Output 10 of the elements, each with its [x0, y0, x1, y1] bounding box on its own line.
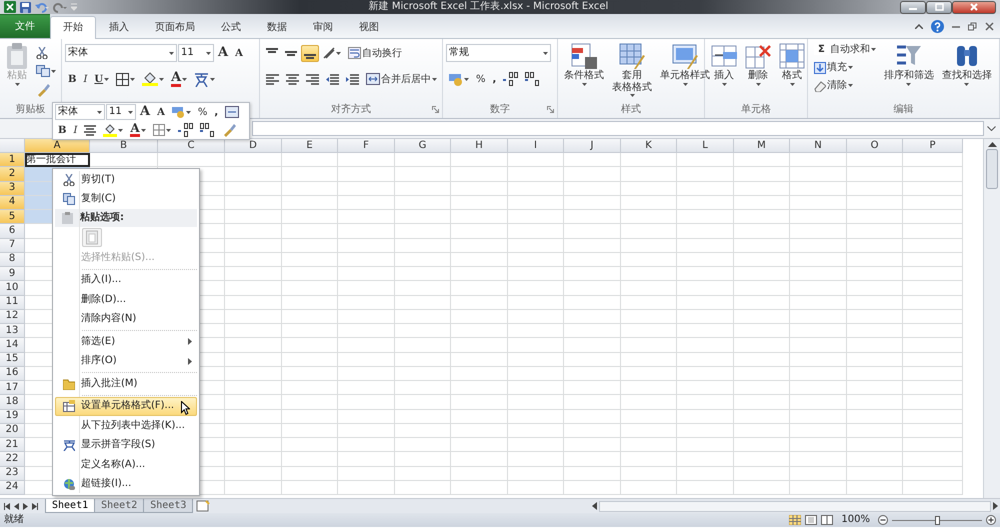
- group-label: 对齐方式: [331, 104, 371, 115]
- group-label: 样式: [621, 104, 641, 115]
- status-text: 就绪: [4, 514, 24, 526]
- group-label: 数字: [490, 104, 510, 115]
- menu-section-header: 粘贴选项:: [80, 212, 124, 224]
- group-label: 剪贴板: [16, 104, 46, 115]
- group-label: 编辑: [894, 104, 914, 115]
- window-title: 新建 Microsoft Excel 工作表.xlsx - Microsoft Excel: [368, 1, 610, 13]
- zoom-level-text: 100%: [841, 514, 870, 526]
- group-label: 单元格: [741, 104, 771, 115]
